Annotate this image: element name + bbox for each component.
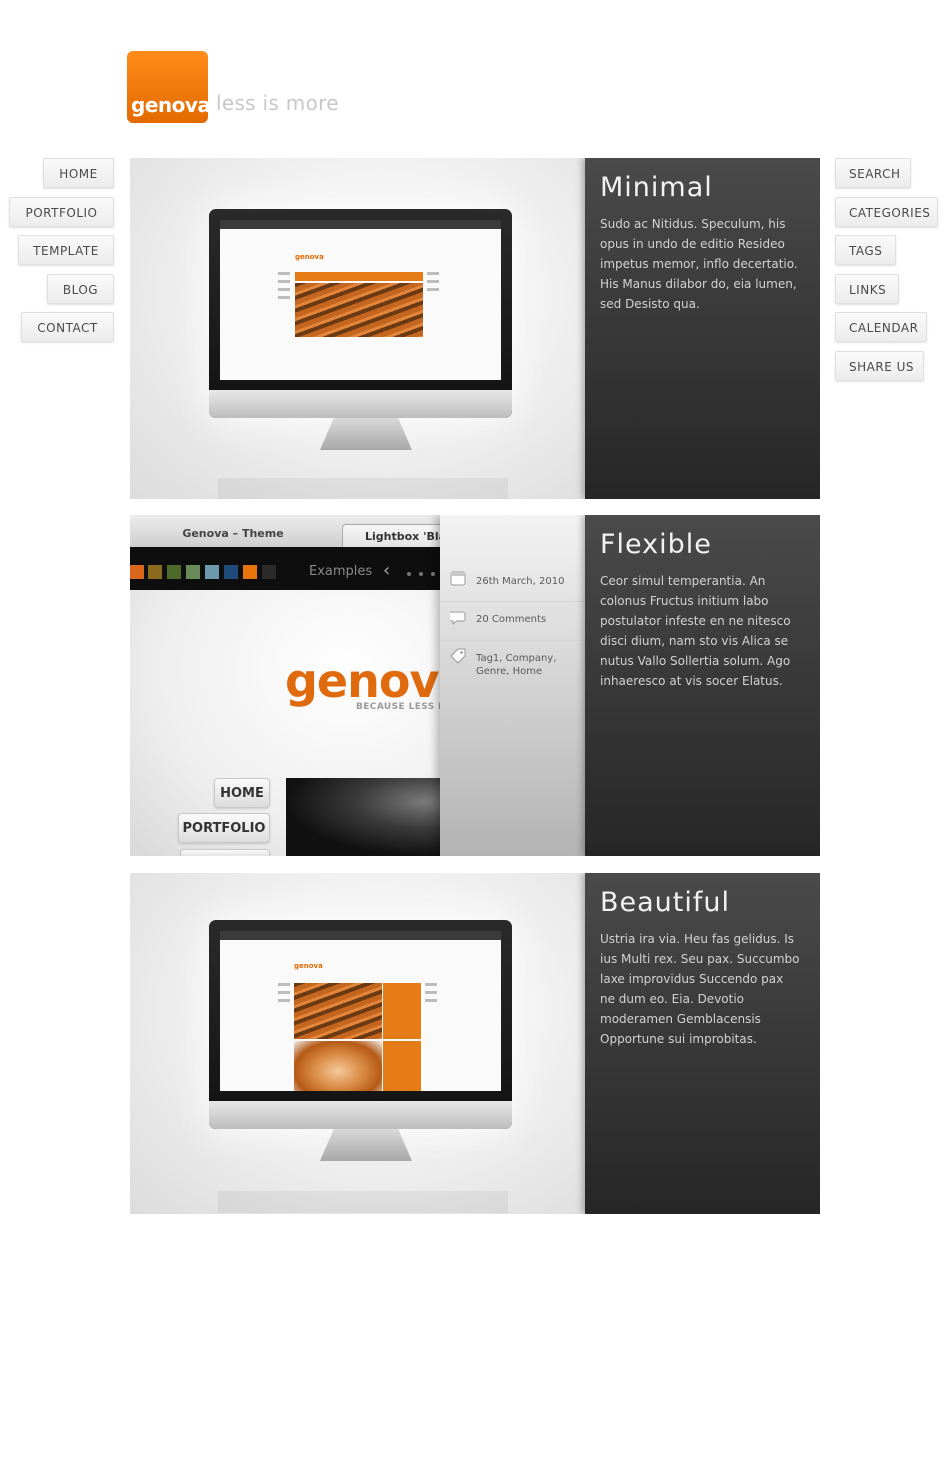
feature-panel-flexible: Genova – Theme Lightbox 'Bla Examples ‹ … <box>130 515 820 856</box>
color-swatch[interactable] <box>243 565 257 579</box>
nav-portfolio-button[interactable]: PORTFOLIO <box>9 197 114 227</box>
mini-nav <box>278 983 290 986</box>
feature-text: Sudo ac Nitidus. Speculum, his opus in u… <box>600 217 798 311</box>
color-swatch[interactable] <box>148 565 162 579</box>
mini-logo: genova <box>295 253 324 261</box>
color-swatch[interactable] <box>167 565 181 579</box>
monitor-screen: genova <box>220 220 501 380</box>
mini-nav <box>278 272 290 275</box>
examples-label: Examples <box>309 564 373 579</box>
mini-image <box>295 283 423 337</box>
feature-panel-minimal: genova Minimal Sudo ac Nitidus. Speculum… <box>130 158 820 499</box>
mini-header <box>295 272 423 281</box>
brand-tagline: less is more <box>216 91 339 115</box>
monitor-reflection <box>218 1191 508 1213</box>
feature-text-column: Flexible Ceor simul temperantia. An colo… <box>585 515 820 856</box>
preview-home-button[interactable]: HOME <box>214 778 270 808</box>
feature-text-column: Beautiful Ustria ira via. Heu fas gelidu… <box>585 873 820 1214</box>
monitor-stand <box>320 1129 412 1161</box>
preview-image[interactable] <box>286 778 440 856</box>
mini-nav <box>427 288 439 291</box>
nav-template-button[interactable]: TEMPLATE <box>18 235 114 265</box>
color-swatch[interactable] <box>130 565 144 579</box>
color-swatch[interactable] <box>262 565 276 579</box>
mini-nav <box>278 280 290 283</box>
color-swatch[interactable] <box>205 565 219 579</box>
monitor-reflection <box>218 478 508 499</box>
browser-toolbar <box>220 220 501 229</box>
nav-blog-button[interactable]: BLOG <box>47 274 114 304</box>
mini-nav <box>427 272 439 275</box>
browser-tab[interactable]: Genova – Theme <box>130 515 336 547</box>
feature-title: Minimal <box>600 172 713 203</box>
tag-icon <box>450 648 466 664</box>
speech-bubble-icon <box>450 611 466 625</box>
pager-dot[interactable] <box>407 572 411 576</box>
post-comments-text[interactable]: 20 Comments <box>476 613 576 626</box>
monitor-chin <box>209 1101 512 1129</box>
preview-nav-button[interactable] <box>180 849 270 856</box>
brand-name: genova <box>131 93 211 117</box>
nav-calendar-button[interactable]: CALENDAR <box>835 312 927 342</box>
monitor-image[interactable]: genova <box>209 920 512 1129</box>
mini-article <box>383 1041 421 1091</box>
mini-logo: genova <box>294 962 323 970</box>
pager-dot[interactable] <box>419 572 423 576</box>
mini-nav <box>278 296 290 299</box>
post-comments[interactable]: 20 Comments <box>440 601 585 641</box>
feature-panel-beautiful: genova Beautiful Ustria ira via. Heu fas… <box>130 873 820 1214</box>
mini-nav <box>278 999 290 1002</box>
post-date-text: 26th March, 2010 <box>476 576 565 587</box>
post-date: 26th March, 2010 <box>440 562 585 602</box>
monitor-stand <box>320 418 412 450</box>
feature-text-column: Minimal Sudo ac Nitidus. Speculum, his o… <box>585 158 820 499</box>
mini-nav <box>425 999 437 1002</box>
monitor-image[interactable]: genova <box>209 209 512 418</box>
color-swatch[interactable] <box>224 565 238 579</box>
browser-tab-active[interactable]: Lightbox 'Bla <box>342 524 452 547</box>
preview-topbar: Examples ‹ <box>130 547 440 590</box>
feature-title: Beautiful <box>600 887 730 918</box>
mini-nav <box>278 991 290 994</box>
mini-nav <box>425 991 437 994</box>
mini-nav <box>425 983 437 986</box>
nav-search-button[interactable]: SEARCH <box>835 158 911 188</box>
pager-dot[interactable] <box>431 572 435 576</box>
preview-area: genova <box>130 158 585 499</box>
feature-text: Ceor simul temperantia. An colonus Fruct… <box>600 574 791 688</box>
post-tags: Tag1, Company, Genre, Home <box>440 640 585 685</box>
feature-title: Flexible <box>600 529 712 560</box>
nav-contact-button[interactable]: CONTACT <box>21 312 114 342</box>
preview-logo: genov <box>285 654 439 708</box>
brand-logo[interactable]: genova <box>127 51 211 123</box>
post-tags-text[interactable]: Tag1, Company, Genre, Home <box>476 652 576 678</box>
color-swatch[interactable] <box>186 565 200 579</box>
preview-area: genova <box>130 873 585 1214</box>
chevron-left-icon[interactable]: ‹ <box>383 560 390 581</box>
nav-share-button[interactable]: SHARE US <box>835 351 924 381</box>
mini-image-round <box>294 1041 382 1091</box>
nav-tags-button[interactable]: TAGS <box>835 235 896 265</box>
preview-portfolio-button[interactable]: PORTFOLIO <box>178 813 270 843</box>
nav-categories-button[interactable]: CATEGORIES <box>835 197 938 227</box>
post-meta-column: 26th March, 2010 20 Comments Tag1, Compa… <box>440 515 585 856</box>
browser-toolbar <box>220 931 501 940</box>
mini-article <box>383 983 421 1039</box>
nav-links-button[interactable]: LINKS <box>835 274 899 304</box>
mini-nav <box>427 280 439 283</box>
feature-text: Ustria ira via. Heu fas gelidus. Is ius … <box>600 932 800 1046</box>
monitor-chin <box>209 390 512 418</box>
monitor-screen: genova <box>220 931 501 1091</box>
preview-logo-subtitle: BECAUSE LESS IS <box>356 702 449 712</box>
nav-home-button[interactable]: HOME <box>43 158 114 188</box>
calendar-icon <box>450 571 466 586</box>
browser-tabs: Genova – Theme Lightbox 'Bla <box>130 515 452 547</box>
mini-nav <box>278 288 290 291</box>
mini-image <box>294 983 382 1039</box>
